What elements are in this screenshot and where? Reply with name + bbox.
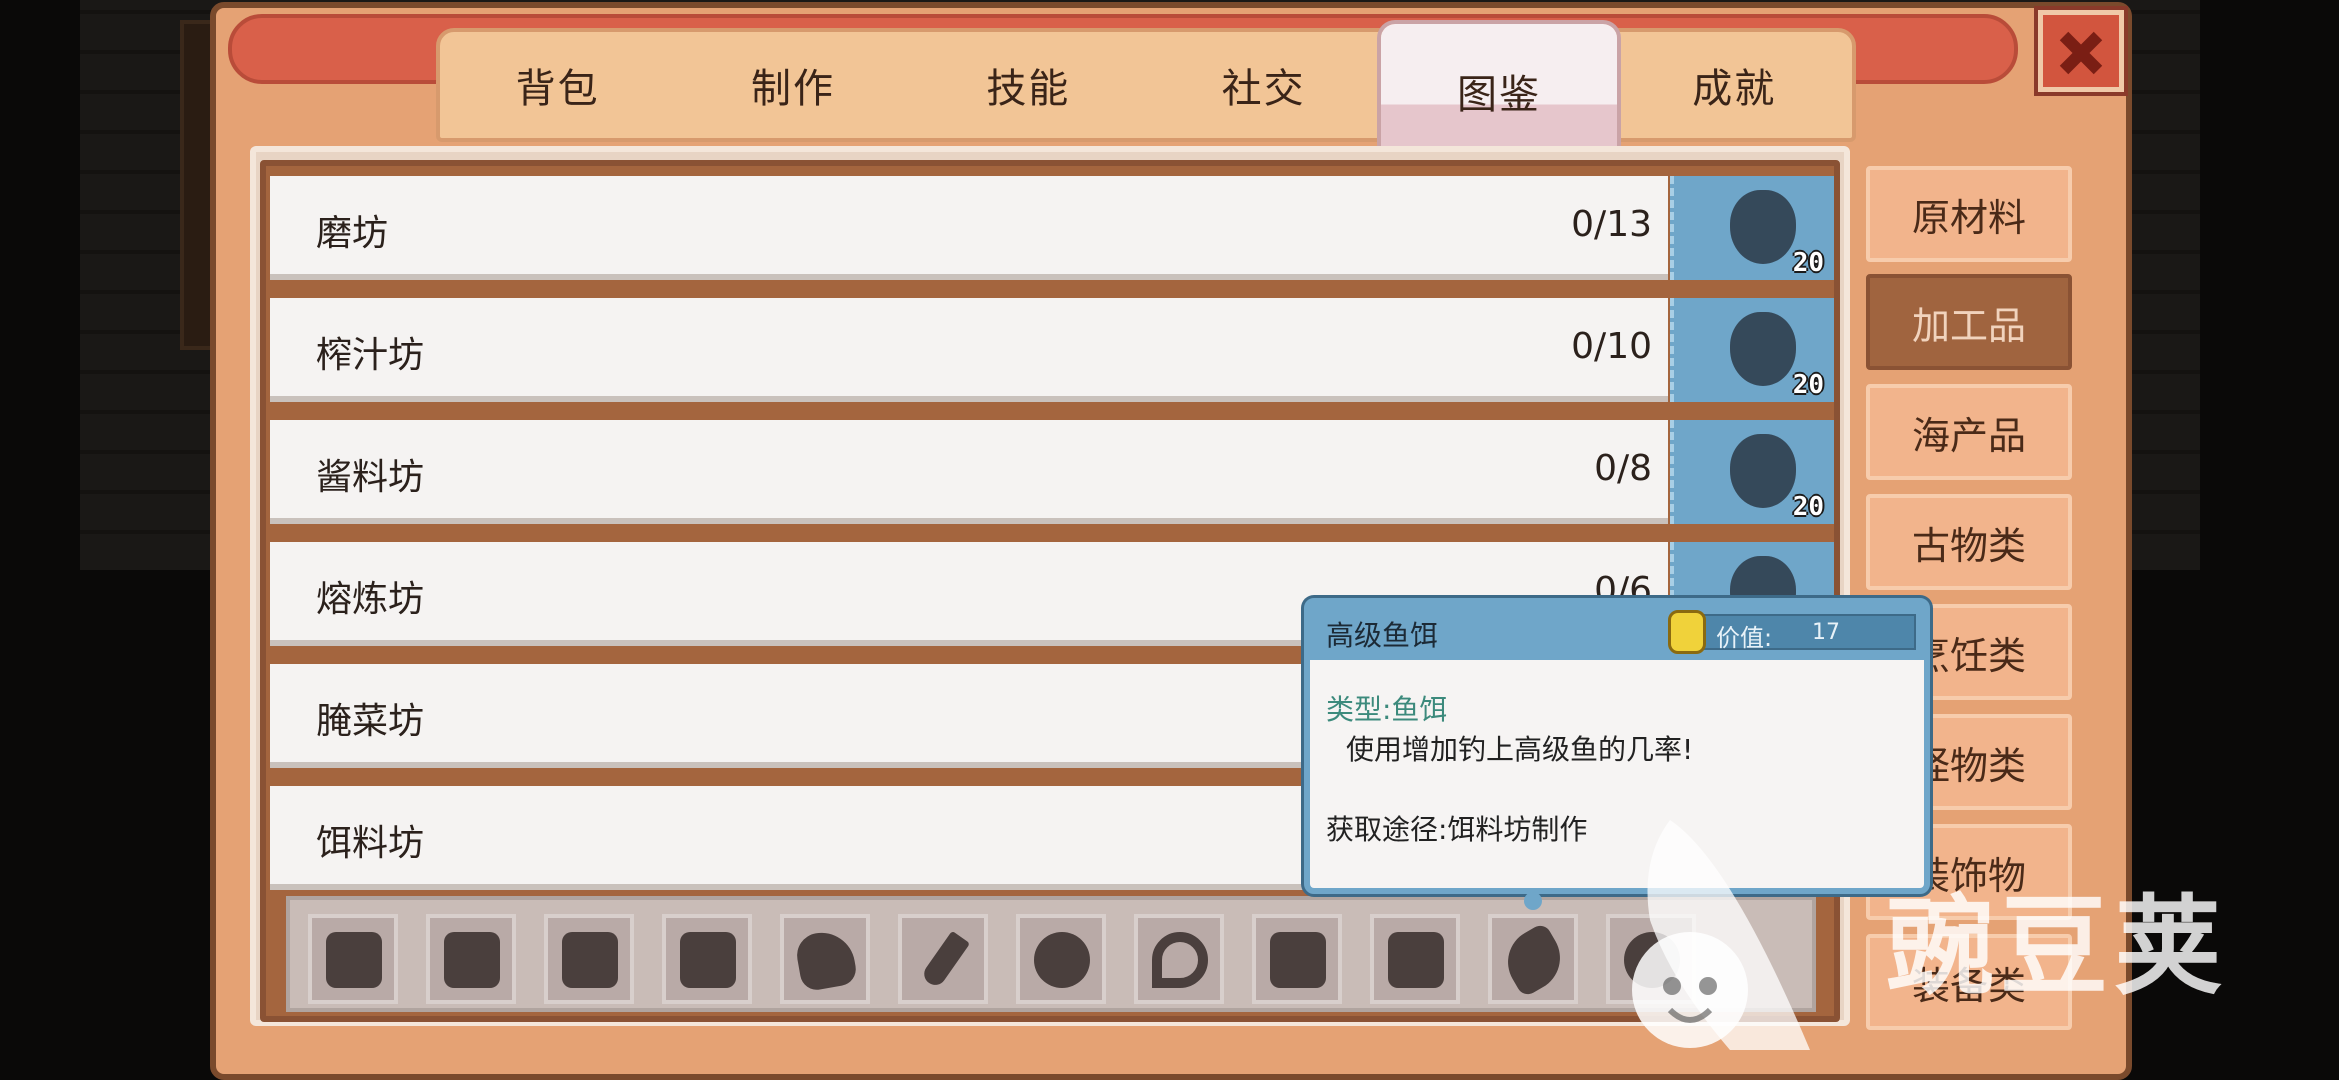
item-strip	[286, 896, 1816, 1012]
reward-slot[interactable]: 20	[1670, 298, 1834, 402]
fish-icon	[1495, 921, 1573, 999]
reward-amount: 20	[1792, 370, 1824, 400]
reward-slot[interactable]: 20	[1670, 176, 1834, 280]
tooltip-value: 价值: 17	[1668, 610, 1916, 654]
round-bait-icon	[1034, 932, 1090, 988]
tab-label: 背包	[515, 66, 600, 112]
row-name: 榨汁坊	[316, 335, 425, 376]
tab-achievements[interactable]: 成就	[1617, 32, 1852, 138]
jar-icon	[562, 932, 618, 988]
tooltip-header: 高级鱼饵 价值: 17	[1310, 604, 1924, 660]
row-name: 饵料坊	[316, 823, 425, 864]
tab-bar: 背包 制作 技能 社交 图鉴 成就	[436, 24, 1856, 178]
item-slot[interactable]	[1488, 914, 1578, 1004]
item-slot[interactable]	[898, 914, 988, 1004]
bread-icon	[444, 932, 500, 988]
tab-label: 技能	[986, 66, 1071, 112]
item-slot[interactable]	[780, 914, 870, 1004]
item-tooltip: 高级鱼饵 价值: 17 类型:鱼饵 使用增加钓上高级鱼的几率! 获取途径:饵料坊…	[1304, 598, 1930, 910]
reward-slot[interactable]: 20	[1670, 420, 1834, 524]
tab-label: 图鉴	[1456, 72, 1541, 118]
close-button[interactable]	[2038, 10, 2124, 92]
tab-collection[interactable]: 图鉴	[1381, 24, 1617, 178]
item-slot[interactable]	[426, 914, 516, 1004]
value-number: 17	[1812, 620, 1840, 645]
tooltip-title: 高级鱼饵	[1326, 619, 1439, 652]
reward-amount: 20	[1792, 492, 1824, 522]
list-item-mill[interactable]: 磨坊 0/13	[270, 176, 1668, 280]
category-equipment[interactable]: 装备类	[1866, 934, 2072, 1030]
hidden-reward-icon	[1730, 434, 1796, 508]
item-slot[interactable]	[1134, 914, 1224, 1004]
category-label: 古物类	[1911, 523, 2026, 568]
worm-icon	[1152, 932, 1208, 988]
tab-label: 制作	[750, 66, 835, 112]
bread-icon	[680, 932, 736, 988]
row-name: 熔炼坊	[316, 579, 425, 620]
coin-icon	[1668, 610, 1706, 654]
item-slot[interactable]	[1606, 914, 1696, 1004]
item-slot[interactable]	[544, 914, 634, 1004]
item-slot[interactable]	[308, 914, 398, 1004]
tooltip-source: 获取途径:饵料坊制作	[1326, 813, 1588, 846]
block-icon	[1270, 932, 1326, 988]
item-slot[interactable]	[1016, 914, 1106, 1004]
row-progress: 0/8	[1594, 448, 1652, 489]
tab-backpack[interactable]: 背包	[440, 32, 675, 138]
hidden-reward-icon	[1730, 190, 1796, 264]
category-label: 加工品	[1911, 303, 2026, 348]
row-name: 酱料坊	[316, 457, 425, 498]
reward-amount: 20	[1792, 248, 1824, 278]
row-name: 腌菜坊	[316, 701, 425, 742]
item-slot[interactable]	[1370, 914, 1460, 1004]
category-processed-goods[interactable]: 加工品	[1866, 274, 2072, 370]
category-seafood[interactable]: 海产品	[1866, 384, 2072, 480]
category-label: 装备类	[1911, 963, 2026, 1008]
row-progress: 0/10	[1571, 326, 1652, 367]
item-slot[interactable]	[1252, 914, 1342, 1004]
tab-social[interactable]: 社交	[1146, 32, 1381, 138]
tab-label: 成就	[1692, 66, 1777, 112]
tooltip-description: 使用增加钓上高级鱼的几率!	[1346, 733, 1694, 766]
bread-icon	[326, 932, 382, 988]
category-raw-materials[interactable]: 原材料	[1866, 166, 2072, 262]
list-item-sauce-mill[interactable]: 酱料坊 0/8	[270, 420, 1668, 524]
hidden-reward-icon	[1730, 312, 1796, 386]
category-label: 原材料	[1911, 195, 2026, 240]
row-progress: 0/13	[1571, 204, 1652, 245]
pot-icon	[1624, 932, 1680, 988]
tab-skills[interactable]: 技能	[911, 32, 1146, 138]
hook-icon	[919, 930, 971, 990]
tab-crafting[interactable]: 制作	[675, 32, 910, 138]
row-name: 磨坊	[316, 213, 389, 254]
category-label: 海产品	[1911, 413, 2026, 458]
value-label: 价值:	[1716, 624, 1773, 652]
item-slot[interactable]	[662, 914, 752, 1004]
list-item-juice-mill[interactable]: 榨汁坊 0/10	[270, 298, 1668, 402]
tooltip-pointer	[1524, 892, 1542, 910]
block-icon	[1388, 932, 1444, 988]
tooltip-type: 类型:鱼饵	[1326, 693, 1448, 726]
bag-icon	[793, 927, 859, 993]
category-antiques[interactable]: 古物类	[1866, 494, 2072, 590]
tab-label: 社交	[1221, 66, 1306, 112]
